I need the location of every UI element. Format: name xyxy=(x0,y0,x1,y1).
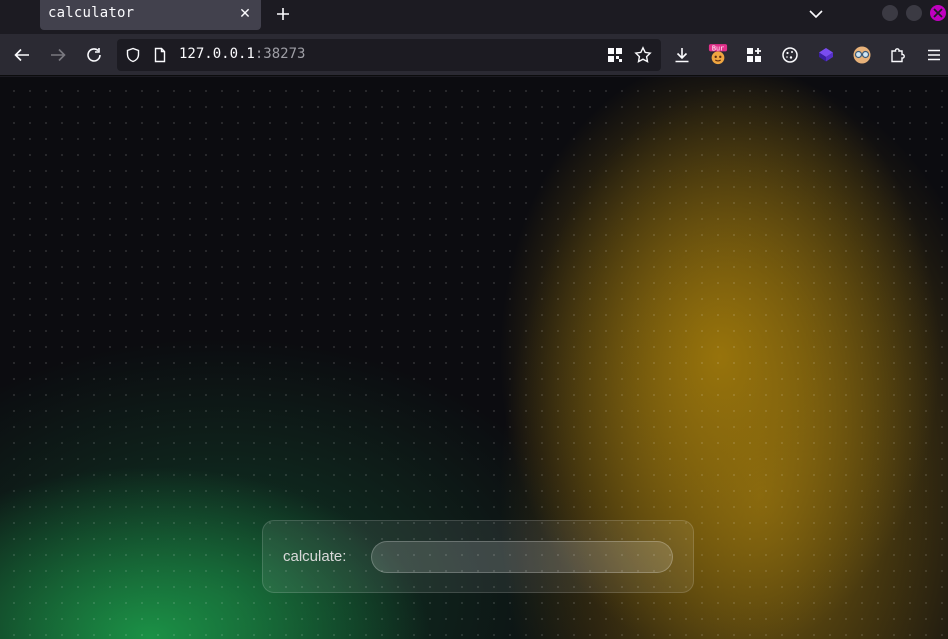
page-content: calculate: xyxy=(0,77,948,639)
back-arrow-icon xyxy=(14,48,29,62)
minimize-button[interactable] xyxy=(882,5,898,21)
forward-button[interactable] xyxy=(48,45,68,65)
url-text: 127.0.0.1:38273 xyxy=(179,46,305,62)
plus-icon xyxy=(277,8,289,20)
shield-icon[interactable] xyxy=(123,45,143,65)
page-info-icon[interactable] xyxy=(150,45,170,65)
calculator-form: calculate: xyxy=(262,520,694,593)
new-tab-button[interactable] xyxy=(273,4,293,24)
burp-badge: Bur xyxy=(712,44,724,52)
tab-close-icon[interactable]: ✕ xyxy=(237,6,253,22)
glasses-icon xyxy=(853,46,871,64)
extensions-button[interactable] xyxy=(888,45,908,65)
chevron-down-icon xyxy=(809,10,823,19)
window-close-button[interactable] xyxy=(930,5,946,21)
maximize-button[interactable] xyxy=(906,5,922,21)
grid-addon-icon xyxy=(747,48,761,62)
tab-strip: calculator ✕ xyxy=(0,0,948,34)
cube-icon xyxy=(819,48,833,62)
hamburger-menu-icon xyxy=(928,49,940,61)
bookmark-star-icon[interactable] xyxy=(633,45,653,65)
cube-extension-button[interactable] xyxy=(816,45,836,65)
burp-extension-button[interactable]: Bur xyxy=(708,44,728,65)
tab-calculator[interactable]: calculator ✕ xyxy=(40,0,261,30)
downloads-button[interactable] xyxy=(672,45,692,65)
reload-button[interactable] xyxy=(84,45,104,65)
qr-code-icon[interactable] xyxy=(605,45,625,65)
reload-icon xyxy=(87,48,101,62)
tab-title: calculator xyxy=(48,5,135,21)
puzzle-icon xyxy=(891,48,905,63)
back-button[interactable] xyxy=(12,45,32,65)
grid-addon-button[interactable] xyxy=(744,45,764,65)
calculate-input[interactable] xyxy=(371,541,673,573)
url-port: :38273 xyxy=(254,46,306,62)
navigation-toolbar: 127.0.0.1:38273 Bur xyxy=(0,34,948,76)
download-icon xyxy=(675,48,689,63)
app-menu-button[interactable] xyxy=(924,45,944,65)
glasses-extension-button[interactable] xyxy=(852,45,872,65)
list-all-tabs-button[interactable] xyxy=(806,4,826,24)
calculate-label: calculate: xyxy=(283,548,347,565)
burp-icon: Bur xyxy=(708,44,728,65)
url-host: 127.0.0.1 xyxy=(179,46,255,62)
url-bar[interactable]: 127.0.0.1:38273 xyxy=(117,39,661,71)
close-icon xyxy=(933,8,943,18)
cookie-extension-button[interactable] xyxy=(780,45,800,65)
forward-arrow-icon xyxy=(51,48,66,62)
cookie-icon xyxy=(782,47,798,63)
